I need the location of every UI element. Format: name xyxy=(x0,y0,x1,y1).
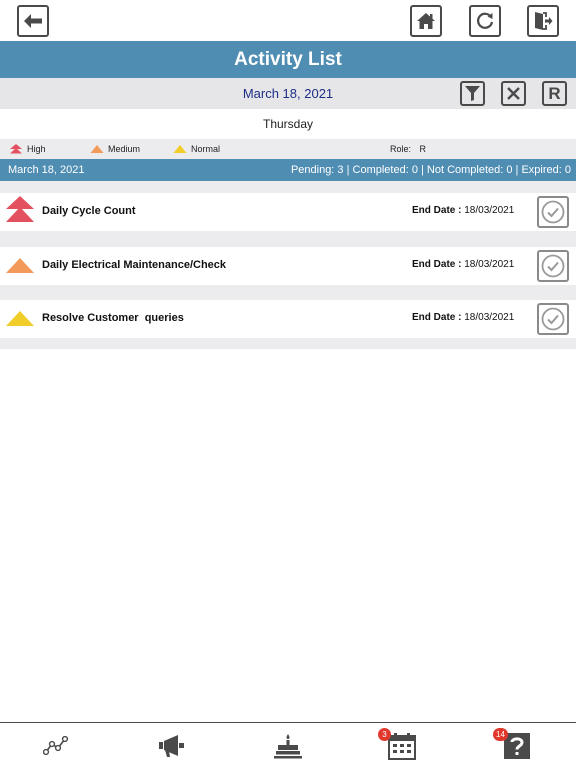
summary-date: March 18, 2021 xyxy=(8,164,85,176)
megaphone-icon xyxy=(159,735,184,757)
activity-name: Daily Cycle Count xyxy=(42,205,136,217)
home-icon xyxy=(417,13,435,29)
priority-normal-icon xyxy=(6,311,34,326)
legend-normal-label: Normal xyxy=(191,144,221,154)
end-date-label: End Date : xyxy=(412,205,462,216)
activity-row[interactable]: Resolve Customer queries End Date : 18/0… xyxy=(0,300,576,338)
home-button[interactable] xyxy=(410,5,442,37)
priority-normal-icon xyxy=(173,144,187,153)
back-button[interactable] xyxy=(17,5,49,37)
end-date-label: End Date : xyxy=(412,312,462,323)
nav-analytics[interactable] xyxy=(41,731,71,761)
page-title: Activity List xyxy=(234,48,342,70)
page-title-bar: Activity List xyxy=(0,41,576,78)
activity-end-date: End Date : 18/03/2021 xyxy=(412,259,514,270)
check-circle-icon xyxy=(541,307,565,331)
priority-legend: High Medium Normal Role: R xyxy=(0,139,576,159)
bottom-nav: 3 14 xyxy=(0,722,576,768)
role-value: R xyxy=(419,144,427,154)
help-badge: 14 xyxy=(493,728,508,741)
calendar-badge: 3 xyxy=(378,728,391,741)
legend-medium: Medium xyxy=(90,144,140,154)
filter-icon xyxy=(465,86,480,101)
end-date-label: End Date : xyxy=(412,259,462,270)
top-toolbar xyxy=(0,0,576,41)
birthday-cake-icon xyxy=(274,734,302,759)
reset-label: R xyxy=(548,83,561,103)
check-circle-icon xyxy=(541,254,565,278)
priority-medium-icon xyxy=(90,144,104,153)
legend-medium-label: Medium xyxy=(108,144,141,154)
activity-name: Resolve Customer queries xyxy=(42,312,184,324)
activity-end-date: End Date : 18/03/2021 xyxy=(412,312,514,323)
calendar-icon xyxy=(388,733,416,760)
nav-announcements[interactable] xyxy=(157,731,187,761)
check-circle-icon xyxy=(541,200,565,224)
legend-normal: Normal xyxy=(173,144,220,154)
role-label: Role: xyxy=(390,144,412,154)
role-indicator: Role: R xyxy=(390,144,426,154)
refresh-button[interactable] xyxy=(469,5,501,37)
nav-help[interactable]: 14 xyxy=(493,728,532,761)
clear-x-icon xyxy=(507,87,520,100)
complete-activity-button[interactable] xyxy=(537,196,569,228)
summary-stats: Pending: 3 | Completed: 0 | Not Complete… xyxy=(290,164,571,176)
end-date-value: 18/03/2021 xyxy=(464,259,515,270)
filter-button[interactable] xyxy=(460,81,485,106)
legend-high-label: High xyxy=(27,144,46,154)
logout-icon xyxy=(535,12,553,30)
date-bar: March 18, 2021 R xyxy=(0,78,576,109)
activity-row[interactable]: Daily Cycle Count End Date : 18/03/2021 xyxy=(0,193,576,231)
summary-bar: March 18, 2021 Pending: 3 | Completed: 0… xyxy=(0,159,576,181)
day-of-week-row: Thursday xyxy=(0,109,576,139)
day-of-week: Thursday xyxy=(262,117,314,131)
activity-name: Daily Electrical Maintenance/Check xyxy=(42,259,227,271)
clear-filter-button[interactable] xyxy=(501,81,526,106)
chart-line-icon xyxy=(43,736,69,756)
current-date: March 18, 2021 xyxy=(242,86,334,101)
refresh-icon xyxy=(477,12,494,29)
help-icon xyxy=(504,733,530,759)
end-date-value: 18/03/2021 xyxy=(464,205,515,216)
complete-activity-button[interactable] xyxy=(537,303,569,335)
nav-calendar[interactable]: 3 xyxy=(378,728,417,761)
end-date-value: 18/03/2021 xyxy=(464,312,515,323)
complete-activity-button[interactable] xyxy=(537,250,569,282)
nav-birthdays[interactable] xyxy=(273,731,303,761)
activity-end-date: End Date : 18/03/2021 xyxy=(412,205,514,216)
activity-row[interactable]: Daily Electrical Maintenance/Check End D… xyxy=(0,247,576,285)
priority-high-icon xyxy=(10,144,22,154)
priority-medium-icon xyxy=(6,258,34,273)
reset-button[interactable]: R xyxy=(542,81,567,106)
priority-high-icon xyxy=(6,196,34,222)
back-arrow-icon xyxy=(24,14,42,28)
logout-button[interactable] xyxy=(527,5,559,37)
activity-list: Daily Cycle Count End Date : 18/03/2021 … xyxy=(0,181,576,349)
legend-high: High xyxy=(9,144,46,154)
